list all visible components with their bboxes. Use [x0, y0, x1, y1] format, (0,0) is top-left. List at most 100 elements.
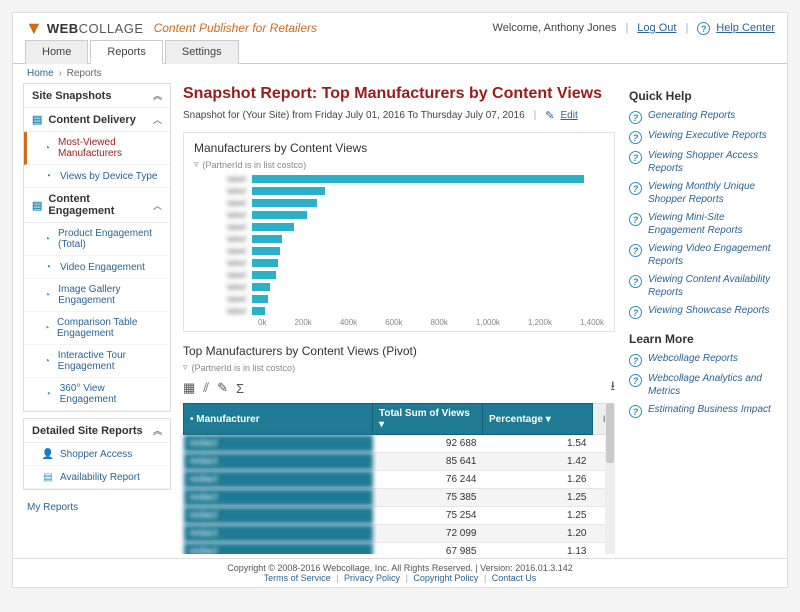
- sidebar-item[interactable]: ◔Comparison Table Engagement: [24, 312, 170, 345]
- chart-bar-row: label: [194, 282, 604, 292]
- help-icon: ?: [629, 275, 642, 288]
- chart-bar-row: label: [194, 198, 604, 208]
- help-icon: ?: [629, 111, 642, 124]
- chart-bars: label label label label label label label label…: [194, 174, 604, 316]
- chart-filter-note: (PartnerId is in list costco): [203, 160, 307, 170]
- chart-bar-row: label: [194, 306, 604, 316]
- pivot-title: Top Manufacturers by Content Views (Pivo…: [183, 344, 615, 358]
- edit-icon: ✎: [545, 109, 554, 122]
- sidebar-item[interactable]: ◔Interactive Tour Engagement: [24, 345, 170, 378]
- help-icon: ?: [629, 354, 642, 367]
- report-icon: ▤: [42, 471, 54, 483]
- sidebar-item[interactable]: ◔Image Gallery Engagement: [24, 279, 170, 312]
- sidebar-item[interactable]: ◔Video Engagement: [24, 256, 170, 279]
- help-link[interactable]: ?Viewing Executive Reports: [629, 127, 775, 147]
- welcome-user: Welcome, Anthony Jones: [493, 22, 617, 34]
- sidebar-item[interactable]: ▤Availability Report: [24, 466, 170, 489]
- page-title: Snapshot Report: Top Manufacturers by Co…: [183, 85, 615, 103]
- help-icon: ?: [629, 405, 642, 418]
- footer-link[interactable]: Privacy Policy: [344, 573, 400, 583]
- download-icon[interactable]: ⭳: [610, 377, 615, 399]
- table-header[interactable]: • Manufacturer: [184, 404, 373, 435]
- table-row[interactable]: redact76 2441.26: [184, 471, 615, 489]
- tab-settings[interactable]: Settings: [165, 40, 239, 64]
- tab-home[interactable]: Home: [25, 40, 88, 64]
- pie-chart-icon: ◔: [42, 170, 54, 182]
- filter-icon: ▿: [194, 159, 199, 170]
- help-link[interactable]: ?Generating Reports: [629, 107, 775, 127]
- chart-bar-row: label: [194, 210, 604, 220]
- table-row[interactable]: redact67 9851.13: [184, 543, 615, 555]
- sidebar-section[interactable]: ▤Content Engagement︿: [24, 188, 170, 223]
- help-icon: ?: [629, 131, 642, 144]
- my-reports-link[interactable]: My Reports: [23, 496, 171, 519]
- help-link[interactable]: ?Viewing Content Availability Reports: [629, 271, 775, 302]
- learn-link[interactable]: ?Webcollage Reports: [629, 350, 775, 370]
- help-link[interactable]: ?Viewing Monthly Unique Shopper Reports: [629, 178, 775, 209]
- pie-chart-icon: ◔: [42, 388, 54, 400]
- help-link[interactable]: ?Viewing Mini-Site Engagement Reports: [629, 209, 775, 240]
- pivot-sum-icon[interactable]: Σ: [236, 381, 244, 396]
- chart-bar-row: label: [194, 222, 604, 232]
- help-icon: ?: [629, 213, 642, 226]
- brand-tagline: Content Publisher for Retailers: [154, 21, 317, 35]
- pie-chart-icon: ◔: [42, 355, 52, 367]
- pivot-table: • ManufacturerTotal Sum of Views ▾Percen…: [183, 403, 615, 554]
- pivot-edit-icon[interactable]: ✎: [217, 380, 228, 396]
- chart-bar-row: label: [194, 174, 604, 184]
- table-row[interactable]: redact75 2541.25: [184, 507, 615, 525]
- chart-x-axis: 0k200k400k600k800k1,000k1,200k1,400k: [194, 318, 604, 327]
- document-icon: ▤: [32, 113, 42, 126]
- help-center-link[interactable]: Help Center: [716, 22, 775, 34]
- breadcrumb-home[interactable]: Home: [27, 68, 54, 79]
- sidebar-item[interactable]: 👤Shopper Access: [24, 443, 170, 466]
- sidebar-item[interactable]: ◔360° View Engagement: [24, 378, 170, 411]
- collapse-icon[interactable]: ︽: [153, 89, 162, 102]
- sidebar-item[interactable]: ◔Product Engagement (Total): [24, 223, 170, 256]
- edit-link[interactable]: Edit: [561, 110, 578, 121]
- report-icon: 👤: [42, 448, 54, 460]
- sidebar-item[interactable]: ◔Views by Device Type: [24, 165, 170, 188]
- pivot-filter-note: (PartnerId is in list costco): [192, 363, 296, 373]
- site-snapshots-title: Site Snapshots: [32, 90, 111, 102]
- learn-link[interactable]: ?Webcollage Analytics and Metrics: [629, 370, 775, 401]
- help-link[interactable]: ?Viewing Video Engagement Reports: [629, 240, 775, 271]
- learn-link[interactable]: ?Estimating Business Impact: [629, 401, 775, 421]
- footer-link[interactable]: Terms of Service: [264, 573, 331, 583]
- quick-help-title: Quick Help: [629, 89, 775, 103]
- chart-bar-row: label: [194, 270, 604, 280]
- chart-panel: Manufacturers by Content Views ▿ (Partne…: [183, 132, 615, 332]
- help-icon: ?: [629, 151, 642, 164]
- help-icon: ?: [629, 374, 642, 387]
- pivot-chart-icon[interactable]: ⫽: [203, 380, 209, 396]
- sidebar-item[interactable]: ◔Most-Viewed Manufacturers: [24, 132, 170, 165]
- table-scrollbar[interactable]: [605, 403, 615, 554]
- table-row[interactable]: redact75 3851.25: [184, 489, 615, 507]
- footer-link[interactable]: Copyright Policy: [413, 573, 478, 583]
- collapse-icon[interactable]: ︽: [153, 424, 162, 437]
- chart-title: Manufacturers by Content Views: [194, 141, 604, 155]
- breadcrumb-current: Reports: [67, 68, 102, 79]
- table-row[interactable]: redact72 0991.20: [184, 525, 615, 543]
- help-icon: ?: [629, 182, 642, 195]
- chart-bar-row: label: [194, 234, 604, 244]
- table-header[interactable]: Total Sum of Views ▾: [373, 404, 483, 435]
- pie-chart-icon: ◔: [42, 142, 52, 154]
- table-row[interactable]: redact92 6881.54: [184, 435, 615, 453]
- footer-link[interactable]: Contact Us: [492, 573, 537, 583]
- help-icon: ?: [697, 22, 710, 35]
- pivot-grid-icon[interactable]: ▦: [183, 380, 195, 396]
- tab-reports[interactable]: Reports: [90, 40, 163, 64]
- pie-chart-icon: ◔: [42, 289, 52, 301]
- table-row[interactable]: redact85 6411.42: [184, 453, 615, 471]
- logout-link[interactable]: Log Out: [637, 22, 676, 34]
- pie-chart-icon: ◔: [42, 322, 51, 334]
- table-header[interactable]: Percentage ▾: [483, 404, 593, 435]
- chart-bar-row: label: [194, 258, 604, 268]
- pie-chart-icon: ◔: [42, 261, 54, 273]
- help-link[interactable]: ?Viewing Showcase Reports: [629, 302, 775, 322]
- help-link[interactable]: ?Viewing Shopper Access Reports: [629, 147, 775, 178]
- sidebar-section[interactable]: ▤Content Delivery︿: [24, 108, 170, 132]
- detailed-reports-title: Detailed Site Reports: [32, 425, 143, 437]
- brand-name: WEBCOLLAGE: [47, 21, 144, 36]
